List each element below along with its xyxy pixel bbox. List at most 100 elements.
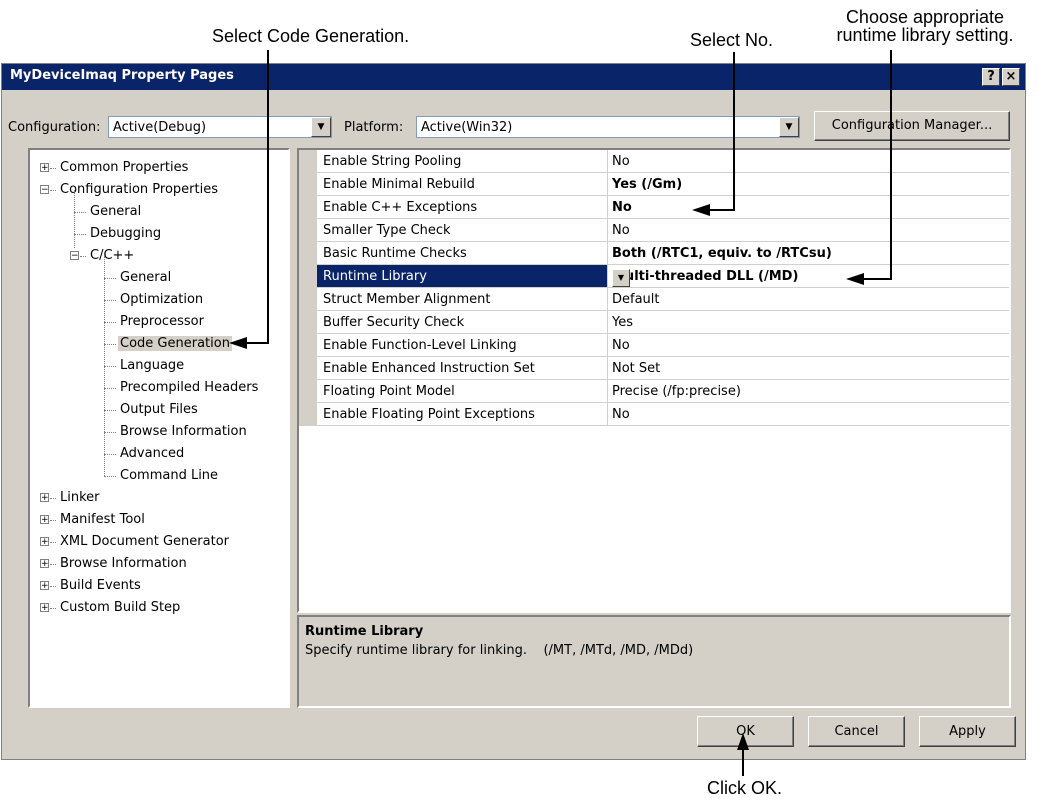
property-name-cell[interactable]: Enable C++ Exceptions [317, 196, 608, 219]
tree-connector [104, 388, 116, 389]
property-tree[interactable]: + Common Properties − Configuration Propert… [28, 148, 290, 708]
property-row[interactable]: Enable Minimal Rebuild Yes (/Gm) [299, 173, 1009, 196]
tree-connector [104, 454, 116, 455]
property-value-cell[interactable]: No [608, 334, 1009, 357]
property-value: No [612, 407, 630, 422]
property-name-cell[interactable]: Enable Minimal Rebuild [317, 173, 608, 196]
property-name-cell[interactable]: Buffer Security Check [317, 311, 608, 334]
property-row[interactable]: Basic Runtime Checks Both (/RTC1, equiv. … [299, 242, 1009, 265]
property-name-cell[interactable]: Enable String Pooling [317, 150, 608, 173]
property-name-cell[interactable]: Basic Runtime Checks [317, 242, 608, 265]
property-value-cell[interactable]: No [608, 150, 1009, 173]
property-name: Smaller Type Check [323, 223, 451, 238]
tree-item-label: XML Document Generator [60, 534, 229, 549]
property-name: Enable Function-Level Linking [323, 338, 517, 353]
chevron-down-icon[interactable]: ▼ [311, 117, 331, 137]
cancel-button[interactable]: Cancel [808, 716, 905, 747]
property-row[interactable]: Buffer Security Check Yes [299, 311, 1009, 334]
property-value: No [612, 338, 630, 353]
property-name: Enable Floating Point Exceptions [323, 407, 535, 422]
tree-connector [104, 410, 116, 411]
row-gutter [299, 219, 317, 242]
collapse-icon[interactable]: − [40, 185, 49, 195]
property-name-cell[interactable]: Enable Floating Point Exceptions [317, 403, 608, 426]
ok-button[interactable]: OK [697, 716, 794, 747]
property-row[interactable]: Runtime Library Multi-threaded DLL (/MD) ▼ [299, 265, 1009, 288]
property-row[interactable]: Smaller Type Check No [299, 219, 1009, 242]
property-value-cell[interactable]: Not Set [608, 357, 1009, 380]
property-name-cell[interactable]: Enable Function-Level Linking [317, 334, 608, 357]
tree-item-label: Common Properties [60, 160, 189, 175]
property-value-cell[interactable]: Precise (/fp:precise) [608, 380, 1009, 403]
property-row[interactable]: Enable Enhanced Instruction Set Not Set [299, 357, 1009, 380]
property-row[interactable]: Enable String Pooling No [299, 150, 1009, 173]
tree-connector [50, 564, 56, 565]
property-value: Both (/RTC1, equiv. to /RTCsu) [612, 246, 832, 261]
property-pages-dialog: MyDeviceImaq Property Pages ? × Configur… [1, 63, 1026, 760]
property-value: Precise (/fp:precise) [612, 384, 741, 399]
expand-icon[interactable]: + [40, 163, 49, 173]
window-title: MyDeviceImaq Property Pages [10, 68, 234, 83]
property-value-cell[interactable]: Multi-threaded DLL (/MD) ▼ [608, 265, 1009, 288]
title-bar[interactable]: MyDeviceImaq Property Pages ? × [2, 64, 1025, 90]
tree-item-label: Output Files [120, 402, 198, 417]
chevron-down-icon[interactable]: ▼ [779, 117, 799, 137]
expand-icon[interactable]: + [40, 603, 49, 613]
property-value: Default [612, 292, 660, 307]
property-value-cell[interactable]: No [608, 196, 1009, 219]
property-row[interactable]: Enable Function-Level Linking No [299, 334, 1009, 357]
property-value-cell[interactable]: Default [608, 288, 1009, 311]
property-name-cell[interactable]: Floating Point Model [317, 380, 608, 403]
expand-icon[interactable]: + [40, 493, 49, 503]
property-name-cell[interactable]: Enable Enhanced Instruction Set [317, 357, 608, 380]
tree-item-label: General [120, 270, 172, 285]
configuration-manager-button[interactable]: Configuration Manager... [814, 111, 1010, 141]
help-button[interactable]: ? [982, 68, 1000, 86]
property-grid[interactable]: Enable String Pooling No Enable Minimal Re… [297, 148, 1011, 613]
expand-icon[interactable]: + [40, 515, 49, 525]
property-row[interactable]: Floating Point Model Precise (/fp:precise… [299, 380, 1009, 403]
expand-icon[interactable]: + [40, 559, 49, 569]
property-name: Enable C++ Exceptions [323, 200, 478, 215]
description-panel: Runtime Library Specify runtime library … [297, 615, 1011, 708]
property-value-cell[interactable]: No [608, 403, 1009, 426]
property-value: No [612, 200, 632, 215]
property-value: No [612, 154, 630, 169]
tree-item-label: Linker [60, 490, 100, 505]
property-value-cell[interactable]: Both (/RTC1, equiv. to /RTCsu) [608, 242, 1009, 265]
tree-item-label: Language [120, 358, 185, 373]
property-name-cell[interactable]: Runtime Library [317, 265, 608, 288]
description-text: Specify runtime library for linking. (/M… [305, 643, 694, 658]
property-name: Struct Member Alignment [323, 292, 491, 307]
expand-icon[interactable]: + [40, 537, 49, 547]
tree-item-label: Build Events [60, 578, 141, 593]
property-name-cell[interactable]: Smaller Type Check [317, 219, 608, 242]
callout-choose-runtime-line2: runtime library setting. [836, 25, 1014, 45]
property-name-cell[interactable]: Struct Member Alignment [317, 288, 608, 311]
row-gutter [299, 242, 317, 265]
tree-connector [104, 344, 116, 345]
tree-connector [74, 212, 86, 213]
platform-select[interactable]: Active(Win32) ▼ [416, 116, 800, 138]
tree-connector [50, 190, 56, 191]
configuration-select[interactable]: Active(Debug) ▼ [108, 116, 332, 138]
property-value-cell[interactable]: Yes (/Gm) [608, 173, 1009, 196]
property-row[interactable]: Enable Floating Point Exceptions No [299, 403, 1009, 426]
property-name: Enable Enhanced Instruction Set [323, 361, 535, 376]
collapse-icon[interactable]: − [70, 251, 79, 261]
row-gutter [299, 357, 317, 380]
property-row[interactable]: Struct Member Alignment Default [299, 288, 1009, 311]
tree-item-label: Advanced [120, 446, 185, 461]
row-gutter [299, 334, 317, 357]
tree-item-label: Code Generation [118, 336, 232, 351]
apply-button[interactable]: Apply [919, 716, 1016, 747]
expand-icon[interactable]: + [40, 581, 49, 591]
chevron-down-icon[interactable]: ▼ [612, 269, 630, 287]
property-value-cell[interactable]: No [608, 219, 1009, 242]
property-row[interactable]: Enable C++ Exceptions No [299, 196, 1009, 219]
tree-connector [74, 234, 86, 235]
property-value-cell[interactable]: Yes [608, 311, 1009, 334]
configuration-label: Configuration: [8, 120, 101, 135]
tree-connector [50, 608, 56, 609]
close-button[interactable]: × [1002, 68, 1020, 86]
